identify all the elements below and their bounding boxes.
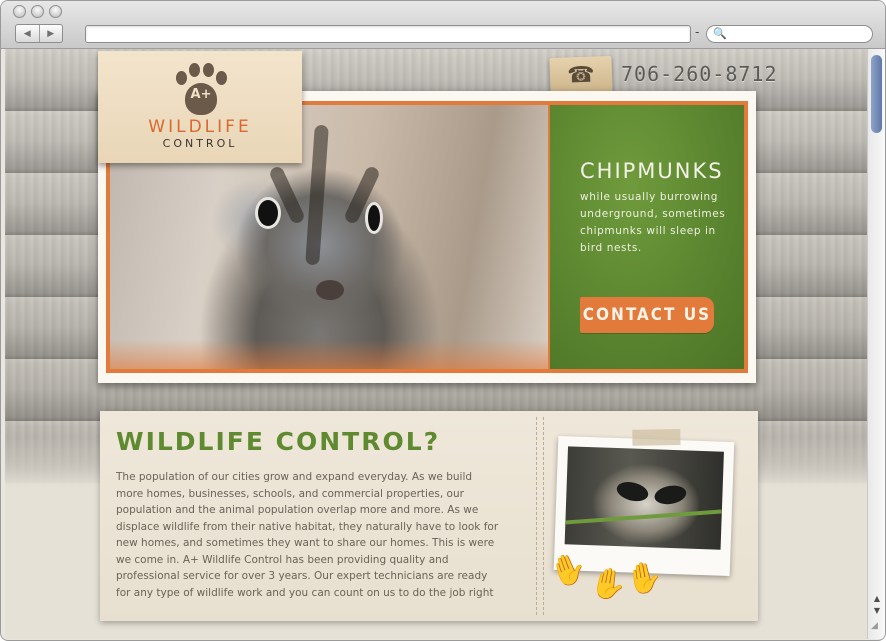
toolbar-separator: - [695, 25, 700, 39]
chipmunk-eye [368, 205, 380, 231]
scroll-down-icon[interactable]: ▼ [871, 605, 883, 616]
chipmunk-nose [316, 280, 344, 300]
tape [632, 428, 681, 446]
page-viewport: ☎ 706-260-8712 CHIPMUNKS while usually b… [5, 49, 867, 639]
raccoon-mask [614, 478, 651, 505]
browser-toolbar: ◀ ▶ - 🔍 [1, 1, 885, 49]
resize-grip-icon[interactable]: ◢ [871, 621, 878, 631]
logo-badge: A+ [190, 87, 212, 102]
minimize-window-button[interactable] [31, 5, 44, 18]
scroll-up-icon[interactable]: ▲ [871, 593, 883, 604]
close-window-button[interactable] [13, 5, 26, 18]
forward-icon[interactable]: ▶ [38, 25, 63, 42]
paw-toe [203, 63, 214, 77]
paw-print-icon: A+ [170, 63, 232, 119]
hand-print-icon: ✋ [623, 558, 667, 599]
contact-us-button[interactable]: CONTACT US [580, 297, 714, 333]
phone-icon: ☎ [566, 62, 596, 88]
contact-us-label: CONTACT US [582, 305, 712, 325]
phone-number[interactable]: 706-260-8712 [621, 62, 778, 86]
back-icon[interactable]: ◀ [16, 25, 39, 42]
stitched-divider [536, 417, 544, 615]
info-title: WILDLIFE CONTROL? [116, 427, 441, 456]
chipmunk-eye [258, 200, 278, 226]
paw-print-icon: ✋ [545, 547, 593, 594]
vertical-scrollbar[interactable]: ▲ ▼ ◢ [867, 49, 885, 639]
phone-tab: ☎ [549, 55, 613, 95]
search-input[interactable]: 🔍 [706, 25, 873, 43]
zoom-window-button[interactable] [49, 5, 62, 18]
info-card: WILDLIFE CONTROL? The population of our … [100, 411, 758, 621]
address-bar[interactable] [85, 25, 691, 43]
photo-orange-edge [110, 339, 548, 369]
photo-stripe [305, 124, 329, 266]
paw-toe [189, 63, 200, 77]
raccoon-photo [564, 446, 724, 550]
site-logo[interactable]: A+ WILDLIFE CONTROL [98, 51, 302, 163]
hero-title: CHIPMUNKS [580, 159, 724, 183]
hero-text: while usually burrowing underground, som… [580, 191, 726, 254]
raccoon-mask [653, 483, 688, 507]
grass-blade [565, 509, 722, 525]
paw-toe [176, 71, 187, 85]
search-icon: 🔍 [713, 27, 727, 40]
hero-info-panel: CHIPMUNKS while usually burrowing underg… [548, 105, 744, 369]
logo-word-control: CONTROL [162, 137, 238, 150]
nav-buttons: ◀ ▶ [15, 24, 63, 43]
paw-toe [216, 71, 227, 85]
browser-window: ◀ ▶ - 🔍 ☎ 706-260-8712 CHIPMUNKS while u… [0, 0, 886, 641]
animal-prints: ✋ ✋ ✋ [545, 548, 670, 613]
info-body: The population of our cities grow and ex… [116, 471, 499, 599]
scrollbar-thumb[interactable] [871, 55, 882, 133]
logo-word-wildlife: WILDLIFE [148, 117, 252, 137]
